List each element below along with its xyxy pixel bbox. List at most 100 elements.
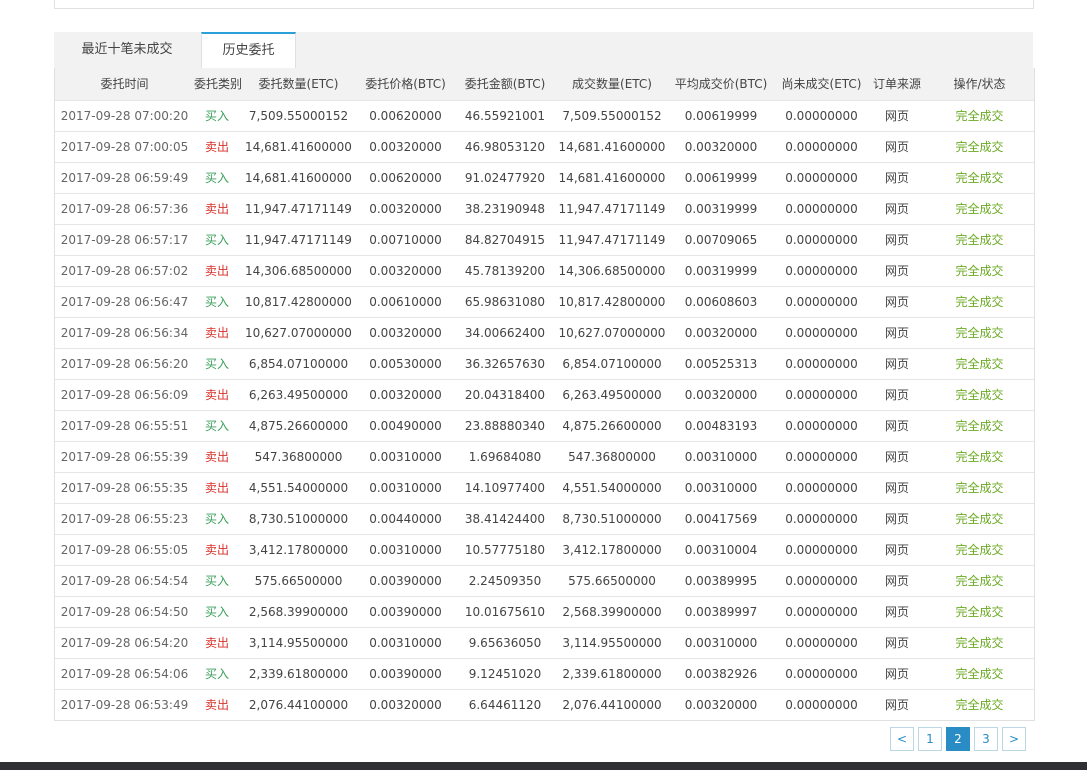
- cell-quantity: 11,947.47171149: [245, 232, 352, 247]
- cell-type: 卖出: [204, 450, 229, 464]
- table-body: 2017-09-28 07:00:20 买入 7,509.55000152 0.006…: [55, 100, 1034, 720]
- cell-source: 网页: [884, 512, 909, 526]
- cell-avg-price: 0.00310000: [684, 480, 758, 495]
- cell-amount: 38.41424400: [464, 511, 546, 526]
- cell-type: 卖出: [204, 388, 229, 402]
- cell-time: 2017-09-28 06:55:39: [60, 449, 189, 464]
- cell-filled: 14,681.41600000: [558, 139, 666, 154]
- cell-price: 0.00390000: [369, 666, 442, 681]
- cell-price: 0.00320000: [369, 139, 442, 154]
- cell-price: 0.00310000: [369, 480, 442, 495]
- cell-avg-price: 0.00310000: [684, 635, 758, 650]
- cell-status[interactable]: 完全成交: [925, 348, 1034, 379]
- prev-page-button[interactable]: <: [890, 727, 914, 751]
- cell-quantity: 547.36800000: [254, 449, 343, 464]
- next-page-button[interactable]: >: [1002, 727, 1026, 751]
- cell-amount: 46.55921001: [464, 108, 546, 123]
- column-header-type: 委托类别: [194, 77, 243, 92]
- cell-time: 2017-09-28 06:57:17: [60, 232, 189, 247]
- column-header-avg-price: 平均成交价(BTC): [674, 77, 768, 92]
- cell-status[interactable]: 完全成交: [925, 131, 1034, 162]
- cell-type: 买入: [204, 667, 229, 681]
- cell-type: 买入: [204, 574, 229, 588]
- cell-time: 2017-09-28 06:55:35: [60, 480, 189, 495]
- cell-source: 网页: [884, 698, 909, 713]
- table-row: 2017-09-28 07:00:20 买入 7,509.55000152 0.006…: [55, 100, 1034, 131]
- cell-quantity: 4,551.54000000: [248, 480, 349, 495]
- page-button-2-current[interactable]: 2: [946, 727, 970, 751]
- cell-quantity: 7,509.55000152: [248, 108, 349, 123]
- cell-filled: 6,263.49500000: [562, 387, 662, 402]
- cell-status[interactable]: 完全成交: [925, 224, 1034, 255]
- cell-status[interactable]: 完全成交: [925, 689, 1034, 720]
- cell-status[interactable]: 完全成交: [925, 565, 1034, 596]
- cell-filled: 11,947.47171149: [558, 201, 666, 216]
- cell-source: 网页: [884, 605, 909, 619]
- cell-filled: 6,854.07100000: [562, 356, 662, 371]
- cell-status[interactable]: 完全成交: [925, 162, 1034, 193]
- page-button-1[interactable]: 1: [918, 727, 942, 751]
- cell-status[interactable]: 完全成交: [925, 379, 1034, 410]
- cell-remaining: 0.00000000: [785, 170, 858, 185]
- cell-remaining: 0.00000000: [785, 325, 858, 340]
- cell-source: 网页: [884, 233, 909, 247]
- cell-price: 0.00320000: [369, 697, 442, 712]
- cell-avg-price: 0.00483193: [684, 418, 758, 433]
- table-row: 2017-09-28 06:53:49 卖出 2,076.44100000 0.003…: [55, 689, 1034, 720]
- cell-remaining: 0.00000000: [785, 635, 858, 650]
- cell-time: 2017-09-28 06:55:51: [60, 418, 189, 433]
- cell-status[interactable]: 完全成交: [925, 255, 1034, 286]
- cell-status[interactable]: 完全成交: [925, 100, 1034, 131]
- cell-status[interactable]: 完全成交: [925, 317, 1034, 348]
- cell-status[interactable]: 完全成交: [925, 441, 1034, 472]
- cell-source: 网页: [884, 202, 909, 216]
- cell-status[interactable]: 完全成交: [925, 503, 1034, 534]
- cell-status[interactable]: 完全成交: [925, 596, 1034, 627]
- cell-status[interactable]: 完全成交: [925, 193, 1034, 224]
- cell-type: 卖出: [204, 698, 229, 713]
- cell-status[interactable]: 完全成交: [925, 410, 1034, 441]
- cell-status[interactable]: 完全成交: [925, 627, 1034, 658]
- cell-type: 买入: [204, 512, 229, 526]
- table-row: 2017-09-28 06:55:23 买入 8,730.51000000 0.004…: [55, 503, 1034, 534]
- cell-filled: 547.36800000: [568, 449, 656, 464]
- cell-filled: 7,509.55000152: [562, 108, 662, 123]
- cell-remaining: 0.00000000: [785, 449, 858, 464]
- tab-recent-open-orders[interactable]: 最近十笔未成交: [54, 32, 200, 68]
- cell-avg-price: 0.00319999: [684, 201, 758, 216]
- cell-remaining: 0.00000000: [785, 108, 858, 123]
- cell-remaining: 0.00000000: [785, 232, 858, 247]
- cell-filled: 4,551.54000000: [562, 480, 662, 495]
- table-row: 2017-09-28 06:57:17 买入 11,947.47171149 0.00…: [55, 224, 1034, 255]
- cell-avg-price: 0.00310004: [684, 542, 758, 557]
- cell-status[interactable]: 完全成交: [925, 534, 1034, 565]
- cell-type: 卖出: [204, 140, 229, 154]
- cell-type: 买入: [204, 233, 229, 247]
- cell-quantity: 4,875.26600000: [248, 418, 349, 433]
- cell-amount: 91.02477920: [464, 170, 546, 185]
- cell-status[interactable]: 完全成交: [925, 658, 1034, 689]
- cell-price: 0.00310000: [369, 542, 442, 557]
- cell-price: 0.00310000: [369, 449, 442, 464]
- cell-source: 网页: [884, 450, 909, 464]
- column-header-price: 委托价格(BTC): [365, 77, 446, 92]
- cell-amount: 20.04318400: [464, 387, 546, 402]
- cell-status[interactable]: 完全成交: [925, 286, 1034, 317]
- cell-quantity: 14,681.41600000: [245, 170, 352, 185]
- table-row: 2017-09-28 06:56:34 卖出 10,627.07000000 0.00…: [55, 317, 1034, 348]
- column-header-quantity: 委托数量(ETC): [258, 77, 339, 92]
- cell-time: 2017-09-28 06:55:23: [60, 511, 189, 526]
- column-header-status: 操作/状态: [953, 77, 1006, 92]
- cell-time: 2017-09-28 07:00:20: [60, 108, 189, 123]
- cell-status[interactable]: 完全成交: [925, 472, 1034, 503]
- cell-amount: 1.69684080: [468, 449, 542, 464]
- cell-amount: 23.88880340: [464, 418, 546, 433]
- cell-avg-price: 0.00320000: [684, 325, 758, 340]
- cell-type: 买入: [204, 171, 229, 185]
- tab-order-history[interactable]: 历史委托: [201, 32, 296, 69]
- table-row: 2017-09-28 06:57:36 卖出 11,947.47171149 0.00…: [55, 193, 1034, 224]
- table-row: 2017-09-28 06:55:05 卖出 3,412.17800000 0.003…: [55, 534, 1034, 565]
- cell-amount: 84.82704915: [464, 232, 546, 247]
- cell-remaining: 0.00000000: [785, 263, 858, 278]
- page-button-3[interactable]: 3: [974, 727, 998, 751]
